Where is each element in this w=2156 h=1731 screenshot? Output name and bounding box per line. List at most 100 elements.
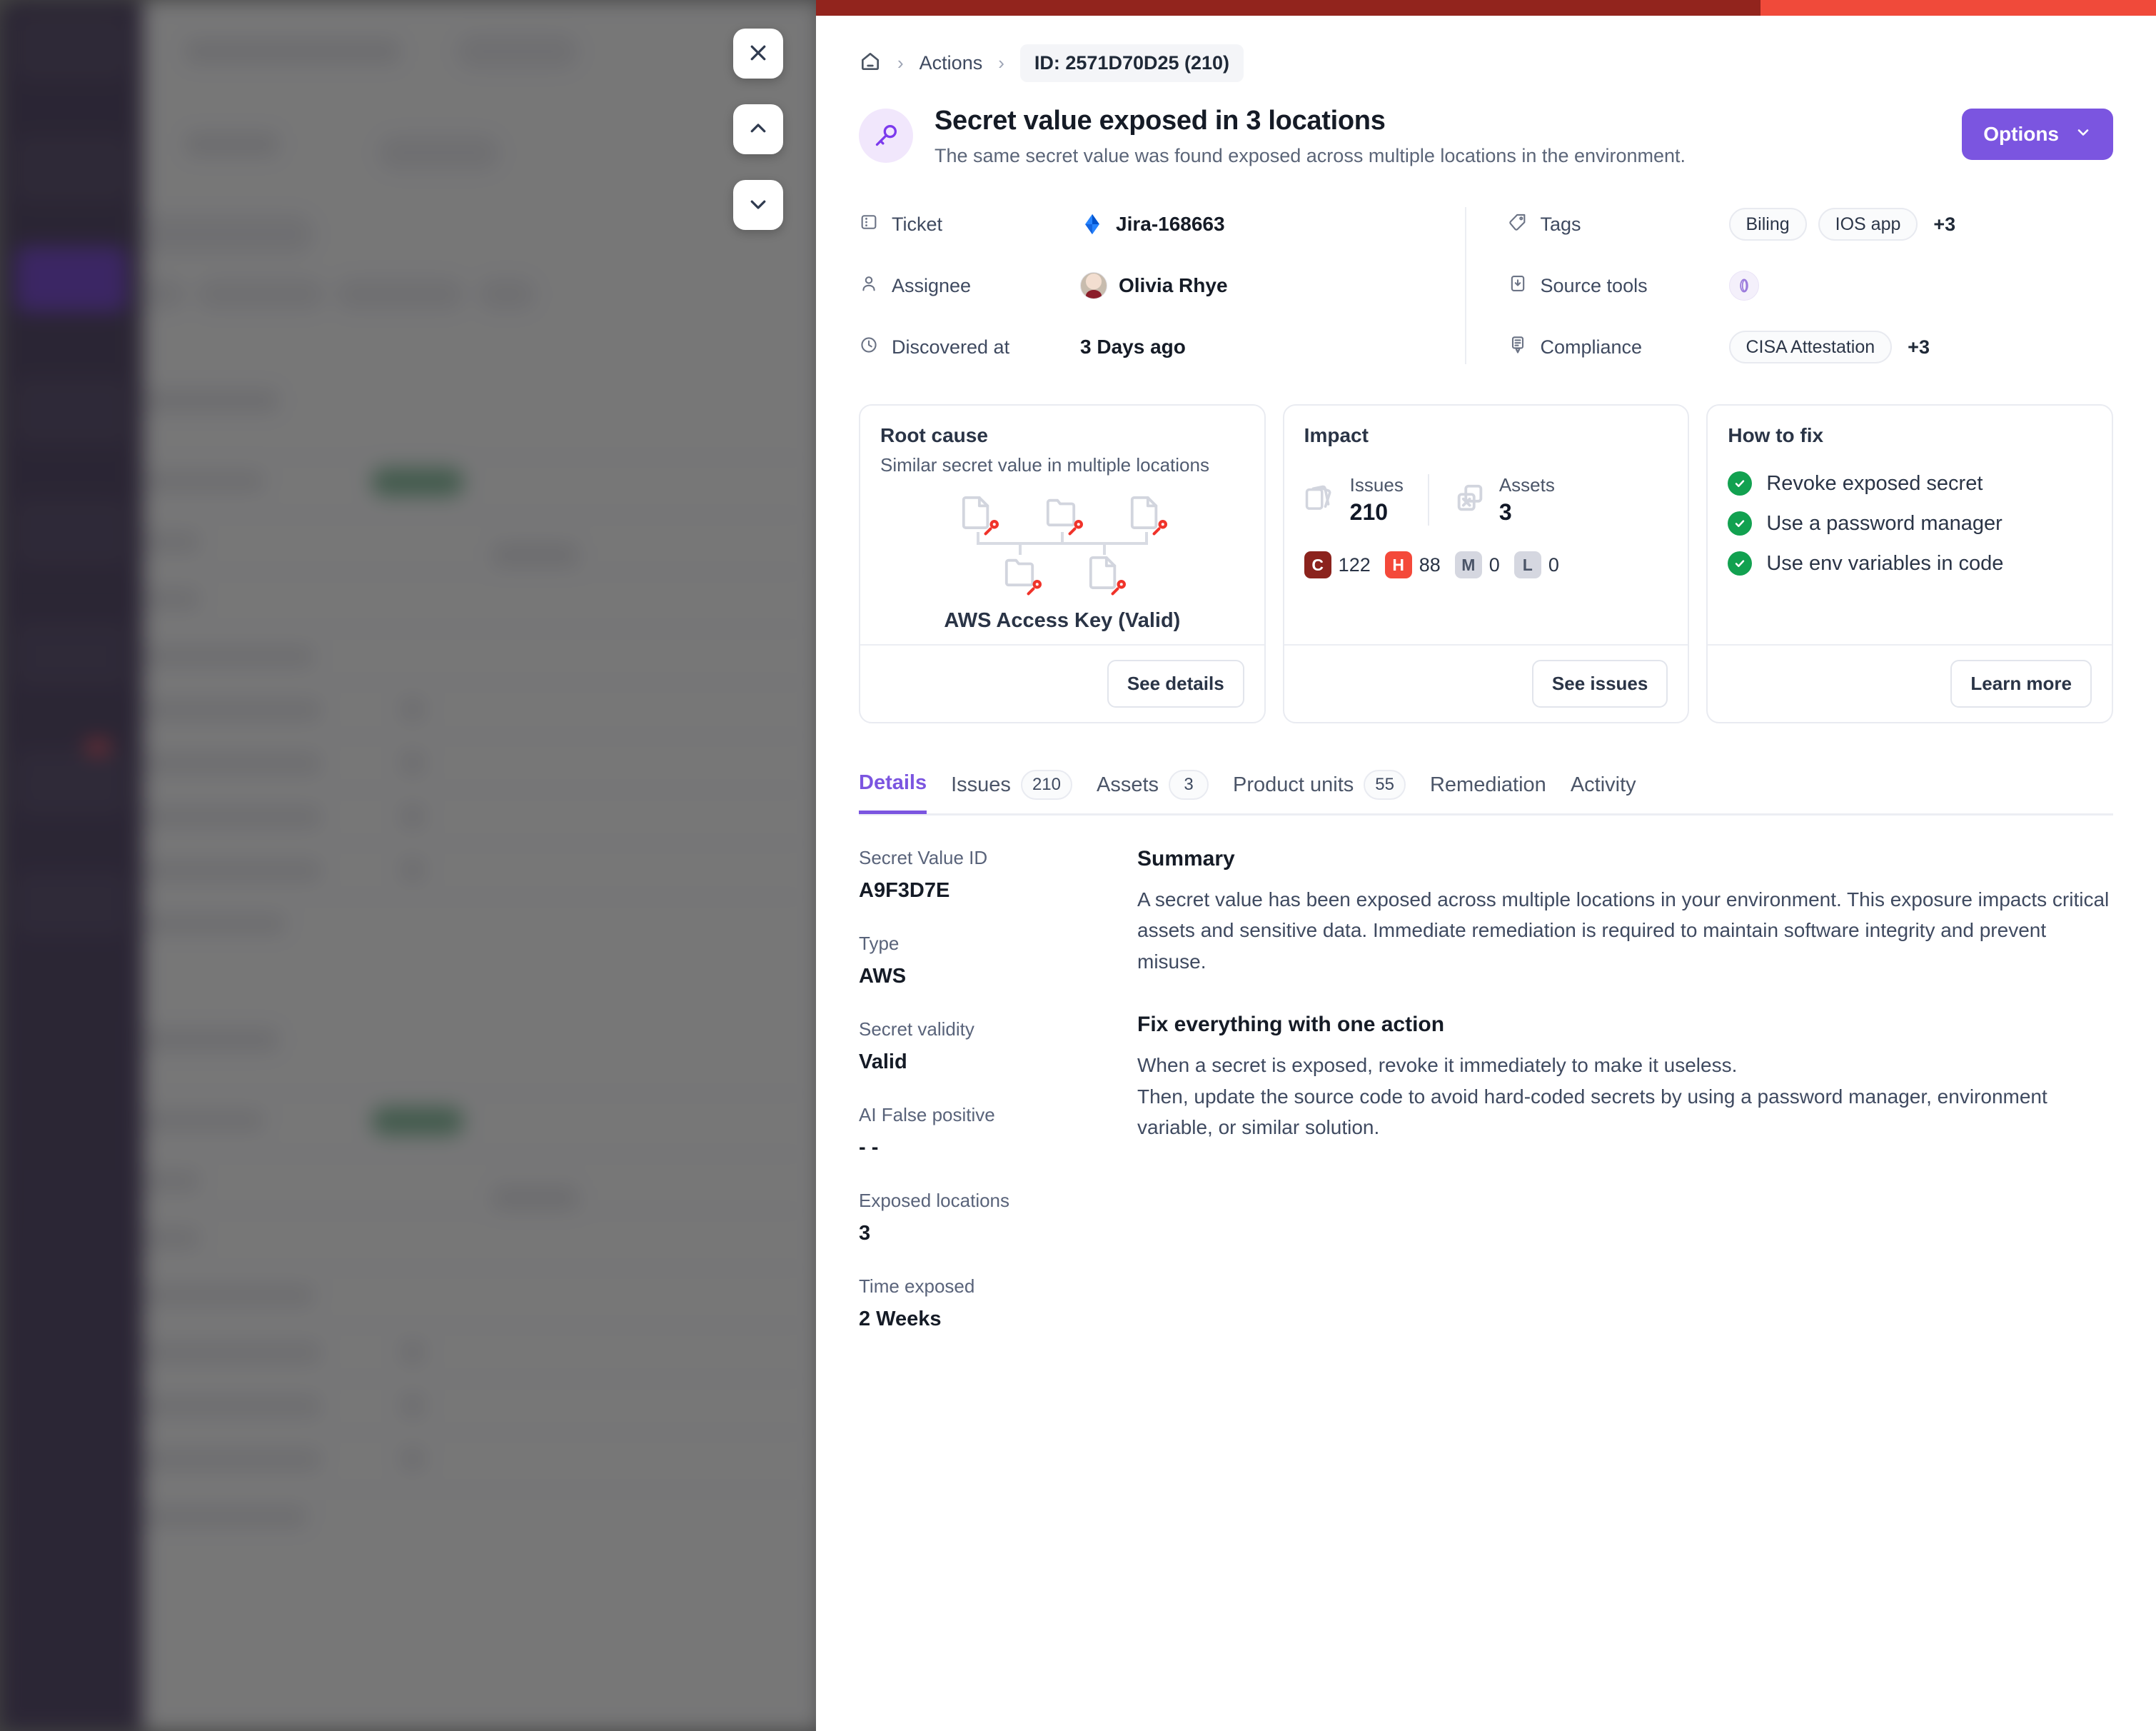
tab-label: Product units xyxy=(1233,773,1354,796)
user-icon xyxy=(859,274,879,298)
severity-badge: H xyxy=(1384,551,1412,578)
drawer-controls xyxy=(733,29,783,230)
fix-step-label: Use env variables in code xyxy=(1766,551,2004,575)
tab-issues[interactable]: Issues 210 xyxy=(951,770,1072,816)
field-type: Type AWS xyxy=(859,933,1094,988)
field-time-exposed: Time exposed 2 Weeks xyxy=(859,1275,1094,1331)
tab-activity[interactable]: Activity xyxy=(1571,773,1636,813)
tab-assets[interactable]: Assets 3 xyxy=(1097,770,1209,816)
card-title: Root cause xyxy=(880,424,988,446)
diagram-node-file xyxy=(1129,493,1167,536)
tab-label: Remediation xyxy=(1429,773,1546,796)
compliance-more-count[interactable]: +3 xyxy=(1908,336,1930,358)
tag-chip[interactable]: Biling xyxy=(1728,208,1807,241)
breadcrumb-item-current[interactable]: ID: 2571D70D25 (210) xyxy=(1019,44,1244,82)
severity-breakdown: C 122 H 88 M 0 L 0 xyxy=(1304,551,1668,578)
tab-product-units[interactable]: Product units 55 xyxy=(1233,770,1406,816)
card-impact: Impact Issues 210 Assets 3 C 122 H 88 M … xyxy=(1282,404,1690,723)
severity-item-medium: M 0 xyxy=(1454,551,1500,578)
key-icon xyxy=(1024,576,1045,598)
tab-label: Issues xyxy=(951,773,1011,796)
field-label: AI False positive xyxy=(859,1104,995,1125)
tab-label: Activity xyxy=(1570,773,1636,796)
key-icon xyxy=(1108,576,1129,598)
fix-heading: Fix everything with one action xyxy=(1137,1013,1445,1037)
field-ai-false-positive: AI False positive - - xyxy=(859,1104,1094,1160)
app-root: › Actions › ID: 2571D70D25 (210) Secret … xyxy=(0,0,2156,1731)
meta-label-tags: Tags xyxy=(1540,213,1581,235)
fix-step: Revoke exposed secret xyxy=(1728,471,2092,496)
meta-label-source-tools: Source tools xyxy=(1540,274,1648,296)
source-tool-avatar[interactable] xyxy=(1728,271,1759,301)
field-exposed-locations: Exposed locations 3 xyxy=(859,1190,1094,1245)
diagram-node-folder xyxy=(1003,553,1042,596)
severity-badge: C xyxy=(1304,551,1331,578)
field-label: Secret Value ID xyxy=(859,847,988,868)
breadcrumb: › Actions › ID: 2571D70D25 (210) xyxy=(859,43,2113,83)
next-item-button[interactable] xyxy=(733,180,783,230)
field-value: Valid xyxy=(859,1050,907,1073)
tags-more-count[interactable]: +3 xyxy=(1933,214,1955,236)
summary-cards: Root cause Similar secret value in multi… xyxy=(859,404,2114,723)
meta-value-ticket[interactable]: Jira-168663 xyxy=(1116,213,1225,236)
metadata-column-right: Tags Biling IOS app +3 Source tools Comp… xyxy=(1464,207,2114,364)
metadata-grid: Ticket Jira-168663 Assignee Olivia Rhye … xyxy=(859,207,2113,364)
meta-row-tags: Tags Biling IOS app +3 xyxy=(1508,207,2114,241)
impact-stats: Issues 210 Assets 3 xyxy=(1304,474,1668,526)
overlay-scrim[interactable] xyxy=(0,0,816,1731)
previous-item-button[interactable] xyxy=(733,104,783,154)
diagram-node-file xyxy=(1087,553,1126,596)
chevron-up-icon xyxy=(747,118,769,141)
key-icon xyxy=(859,109,913,163)
severity-item-high: H 88 xyxy=(1384,551,1441,578)
meta-row-assignee: Assignee Olivia Rhye xyxy=(859,269,1465,303)
tab-count: 55 xyxy=(1364,770,1406,800)
home-icon[interactable] xyxy=(859,50,882,76)
tab-details[interactable]: Details xyxy=(859,771,927,814)
tab-remediation[interactable]: Remediation xyxy=(1430,773,1546,813)
severity-item-low: L 0 xyxy=(1513,551,1559,578)
breadcrumb-item-actions[interactable]: Actions xyxy=(920,52,983,74)
fix-steps-list: Revoke exposed secret Use a password man… xyxy=(1728,471,2092,576)
issues-icon xyxy=(1304,482,1337,518)
tag-chip[interactable]: IOS app xyxy=(1818,208,1918,241)
see-issues-button[interactable]: See issues xyxy=(1531,660,1668,708)
meta-value-assignee[interactable]: Olivia Rhye xyxy=(1119,274,1228,297)
field-value: 2 Weeks xyxy=(859,1308,942,1330)
details-field-list: Secret Value ID A9F3D7E Type AWS Secret … xyxy=(859,847,1094,1331)
impact-stat-issues: Issues 210 xyxy=(1304,474,1428,526)
card-title: Impact xyxy=(1304,424,1369,446)
severity-item-critical: C 122 xyxy=(1304,551,1371,578)
learn-more-button[interactable]: Learn more xyxy=(1950,660,2092,708)
options-button-label: Options xyxy=(1983,123,2059,145)
root-cause-diagram-label: AWS Access Key (Valid) xyxy=(944,609,1181,632)
field-secret-value-id: Secret Value ID A9F3D7E xyxy=(859,847,1094,903)
fix-line-2: Then, update the source code to avoid ha… xyxy=(1137,1085,2047,1138)
options-button[interactable]: Options xyxy=(1962,109,2113,160)
tag-icon xyxy=(1508,212,1528,237)
tab-label: Details xyxy=(859,771,927,794)
severity-count: 0 xyxy=(1548,553,1559,576)
fix-step: Use env variables in code xyxy=(1728,551,2092,576)
field-label: Exposed locations xyxy=(859,1190,1010,1211)
compliance-chip[interactable]: CISA Attestation xyxy=(1728,331,1893,363)
impact-stat-value: 210 xyxy=(1349,499,1389,525)
see-details-button[interactable]: See details xyxy=(1107,660,1244,708)
severity-count: 88 xyxy=(1419,553,1441,576)
diagram-node-folder xyxy=(1044,493,1083,536)
root-cause-diagram xyxy=(944,492,1180,596)
chevron-down-icon xyxy=(2075,123,2092,146)
severity-badge: M xyxy=(1454,551,1482,578)
jira-icon xyxy=(1080,212,1104,236)
page-subtitle: The same secret value was found exposed … xyxy=(935,145,1686,166)
severity-badge: L xyxy=(1513,551,1541,578)
field-label: Type xyxy=(859,933,900,954)
close-drawer-button[interactable] xyxy=(733,29,783,79)
meta-label-compliance: Compliance xyxy=(1540,336,1643,358)
clock-icon xyxy=(859,335,879,360)
avatar xyxy=(1080,272,1107,299)
severity-strip-high xyxy=(1760,0,2156,16)
severity-strip-critical xyxy=(816,0,1761,16)
summary-heading: Summary xyxy=(1137,847,1235,870)
breadcrumb-separator: › xyxy=(998,52,1004,74)
